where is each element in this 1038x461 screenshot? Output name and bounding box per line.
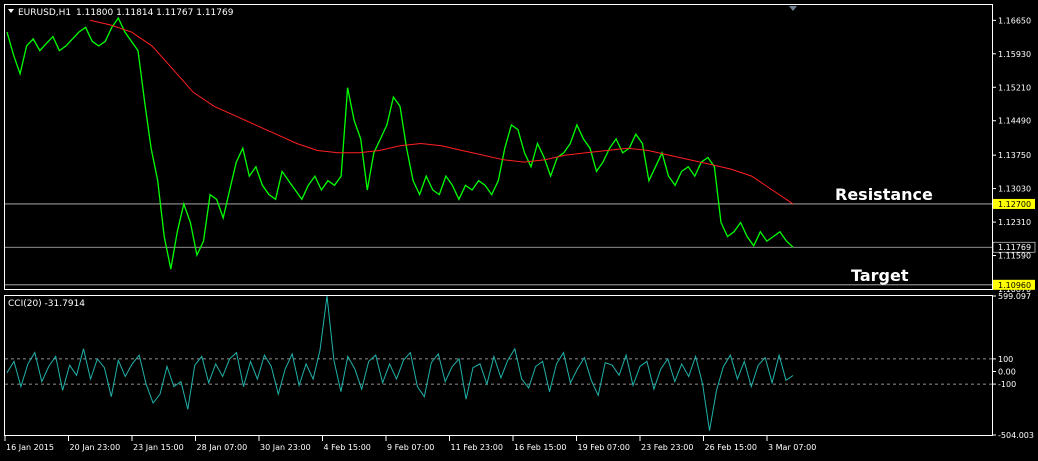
- cci-axis: 599.097 100 0.00 -100 -504.003: [992, 292, 1034, 440]
- price-tick-label: 1.15930: [998, 50, 1031, 59]
- time-axis: 16 Jan 2015 20 Jan 23:00 23 Jan 15:00 28 Ja…: [4, 436, 816, 452]
- cci-tick-label: -100: [998, 380, 1016, 389]
- cci-tick-label: -504.003: [998, 431, 1034, 440]
- time-tick-label: 19 Feb 07:00: [578, 443, 630, 452]
- symbol-label: EURUSD,H1: [18, 8, 71, 18]
- price-tick-label: 1.12310: [998, 218, 1031, 227]
- time-tick-label: 20 Jan 23:00: [70, 443, 121, 452]
- cci-tick-label: 599.097: [998, 292, 1031, 301]
- price-axis: 1.16650 1.15930 1.15210 1.14490 1.13750 1.130…: [992, 16, 1036, 294]
- time-tick-label: 4 Feb 15:00: [324, 443, 371, 452]
- price-tick-label: 1.15210: [998, 83, 1031, 92]
- price-tick-label: 1.11590: [998, 252, 1031, 261]
- cci-series: [5, 295, 992, 431]
- time-tick-label: 23 Jan 15:00: [133, 443, 184, 452]
- cci-line: [6, 295, 794, 431]
- trading-chart: 1.16650 1.15930 1.15210 1.14490 1.13750 1.130…: [0, 0, 1038, 457]
- time-tick-label: 28 Jan 07:00: [197, 443, 248, 452]
- time-tick-label: 9 Feb 07:00: [387, 443, 434, 452]
- cci-tick-label: 100: [998, 355, 1013, 364]
- target-annotation: Target: [851, 266, 909, 285]
- dropdown-arrow-icon[interactable]: [8, 9, 14, 13]
- cci-label: CCI(20) -31.7914: [8, 299, 85, 309]
- scroll-marker-icon[interactable]: [789, 6, 797, 11]
- price-tick-label: 1.14490: [998, 117, 1031, 126]
- price-tick-label: 1.13750: [998, 151, 1031, 160]
- ohlc-label: 1.11800 1.11814 1.11767 1.11769: [76, 8, 234, 18]
- level-lines: [5, 203, 992, 286]
- price-tick-label: 1.16650: [998, 16, 1031, 25]
- time-tick-label: 16 Jan 2015: [6, 443, 54, 452]
- time-tick-label: 3 Mar 07:00: [768, 443, 816, 452]
- price-line: [6, 16, 794, 270]
- time-tick-label: 30 Jan 23:00: [260, 443, 311, 452]
- time-tick-label: 26 Feb 15:00: [705, 443, 757, 452]
- time-tick-label: 16 Feb 15:00: [514, 443, 566, 452]
- level-label-2: 1.10960: [998, 281, 1031, 290]
- price-series: [6, 16, 794, 270]
- level-label-0: 1.12700: [998, 200, 1031, 209]
- time-tick-label: 23 Feb 23:00: [641, 443, 693, 452]
- moving-average-line: [89, 19, 794, 205]
- price-tick-label: 1.13030: [998, 185, 1031, 194]
- cci-tick-label: 0.00: [998, 367, 1016, 376]
- time-tick-label: 11 Feb 23:00: [451, 443, 503, 452]
- cci-panel-frame: [4, 295, 993, 436]
- resistance-annotation: Resistance: [835, 185, 933, 204]
- level-label-1: 1.11769: [998, 243, 1031, 252]
- chart-canvas: 1.16650 1.15930 1.15210 1.14490 1.13750 1.130…: [4, 4, 1036, 452]
